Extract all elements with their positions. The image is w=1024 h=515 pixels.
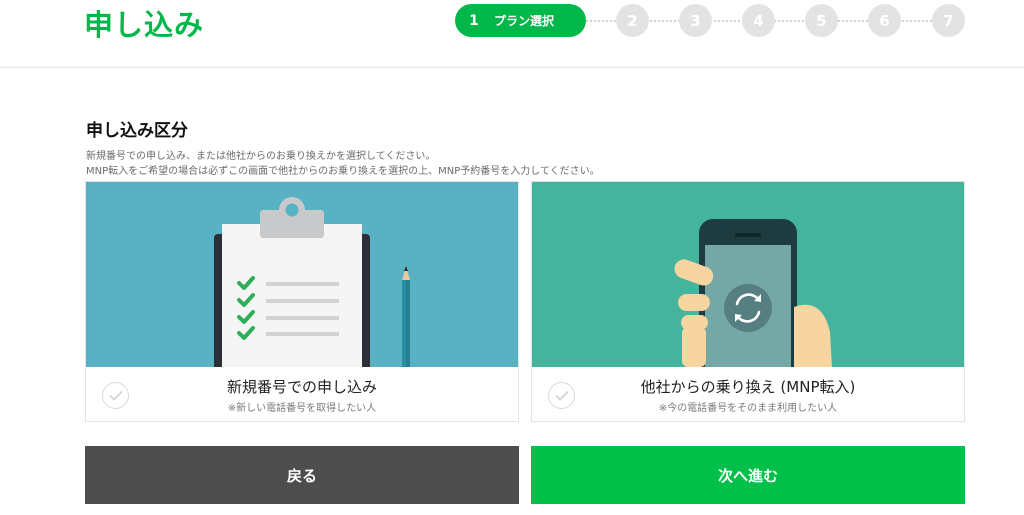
progress-steps: 1 プラン選択 2 3 4 5 6 7 bbox=[455, 4, 967, 37]
step-4: 4 bbox=[742, 4, 775, 37]
option-new-title: 新規番号での申し込み bbox=[226, 378, 377, 396]
next-button[interactable]: 次へ進む bbox=[531, 446, 965, 504]
step-7: 7 bbox=[932, 4, 965, 37]
header: 申し込み 1 プラン選択 2 3 4 5 6 7 bbox=[0, 0, 1024, 68]
phone-switch-illustration bbox=[532, 182, 964, 367]
step-6: 6 bbox=[868, 4, 901, 37]
step-1-active: 1 プラン選択 bbox=[455, 4, 586, 37]
page-title: 申し込み bbox=[84, 8, 205, 42]
step-3: 3 bbox=[679, 4, 712, 37]
option-new-number-card[interactable]: 新規番号での申し込み ※新しい電話番号を取得したい人 bbox=[85, 181, 519, 422]
option-new-subtitle: ※新しい電話番号を取得したい人 bbox=[227, 403, 377, 414]
clipboard-checklist-illustration bbox=[86, 182, 518, 367]
step-5: 5 bbox=[805, 4, 838, 37]
option-mnp-subtitle: ※今の電話番号をそのまま利用したい人 bbox=[658, 403, 838, 414]
description-line-2: MNP転入をご希望の場合は必ずこの画面で他社からのお乗り換えを選択の上、MNP予… bbox=[86, 166, 600, 177]
option-mnp-title: 他社からの乗り換え (MNP転入) bbox=[640, 378, 856, 396]
section-description: 新規番号での申し込み、または他社からのお乗り換えかを選択してください。 MNP転… bbox=[86, 149, 600, 179]
back-button[interactable]: 戻る bbox=[85, 446, 519, 504]
step-2: 2 bbox=[616, 4, 649, 37]
description-line-1: 新規番号での申し込み、または他社からのお乗り換えかを選択してください。 bbox=[86, 151, 436, 162]
option-mnp-card[interactable]: 他社からの乗り換え (MNP転入) ※今の電話番号をそのまま利用したい人 bbox=[531, 181, 965, 422]
section-title: 申し込み区分 bbox=[86, 121, 188, 141]
step-label: プラン選択 bbox=[494, 14, 555, 28]
step-number: 1 bbox=[469, 12, 479, 29]
